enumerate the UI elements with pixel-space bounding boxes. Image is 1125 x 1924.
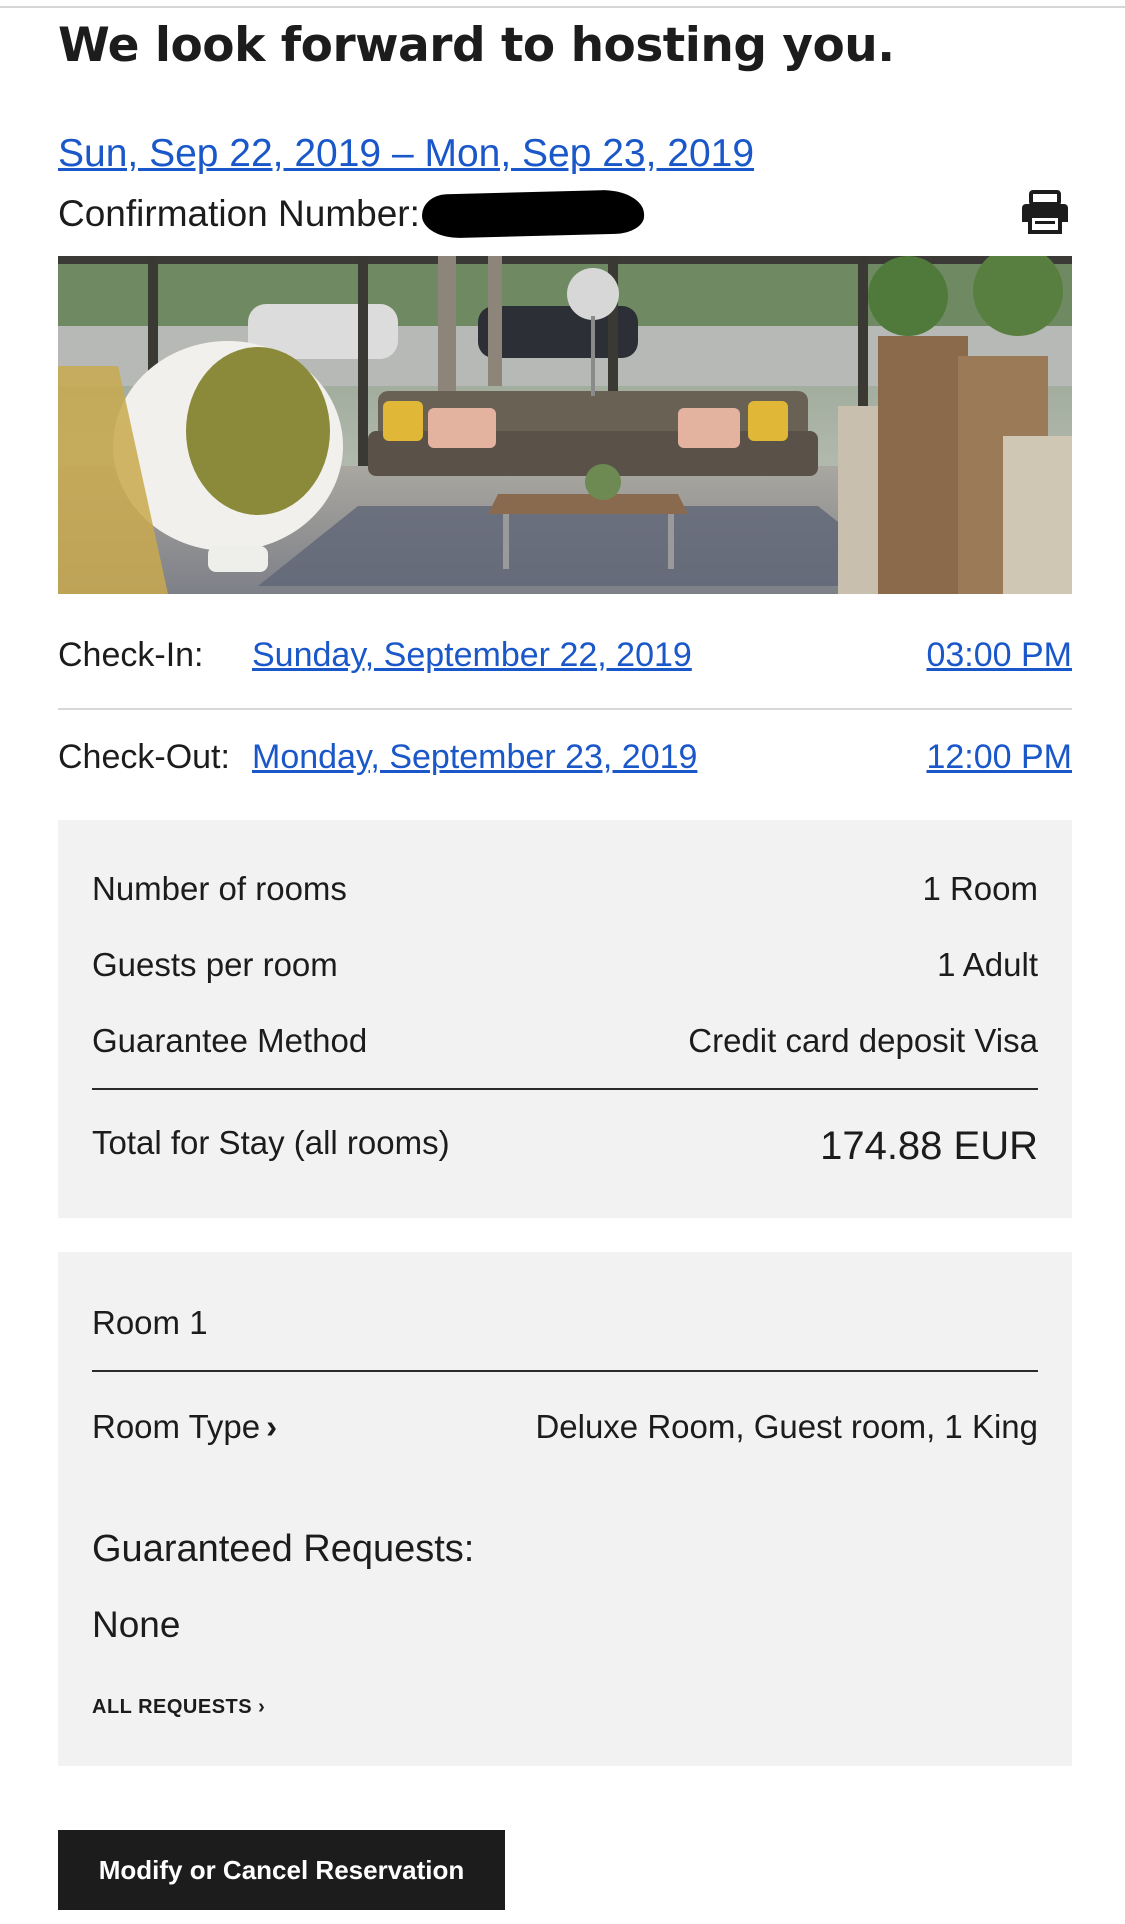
page-title: We look forward to hosting you.	[58, 18, 895, 73]
all-requests-link[interactable]: ALL REQUESTS ›	[92, 1696, 265, 1719]
room-type-label: Room Type	[92, 1408, 261, 1445]
top-divider	[0, 6, 1125, 8]
room-details-panel: Room 1 Room Type › Deluxe Room, Guest roo…	[58, 1252, 1072, 1766]
check-out-label: Check-Out:	[58, 738, 230, 776]
check-in-time-link[interactable]: 03:00 PM	[926, 636, 1072, 675]
confirmation-redaction	[421, 189, 645, 239]
check-in-row: Check-In: Sunday, September 22, 2019 03:…	[58, 636, 1072, 696]
print-button[interactable]	[1020, 190, 1070, 236]
guests-label: Guests per room	[92, 946, 338, 983]
all-requests-label: ALL REQUESTS	[92, 1696, 253, 1718]
chevron-right-icon: ›	[266, 1408, 278, 1445]
stay-date-range-link[interactable]: Sun, Sep 22, 2019 – Mon, Sep 23, 2019	[58, 132, 754, 176]
confirmation-label: Confirmation Number:	[58, 193, 420, 234]
rooms-value: 1 Room	[922, 870, 1038, 907]
guarantee-value: Credit card deposit Visa	[688, 1022, 1038, 1059]
rooms-row: Number of rooms 1 Room	[92, 870, 1038, 914]
print-icon	[1022, 190, 1068, 234]
guaranteed-requests-value: None	[92, 1604, 181, 1645]
chevron-right-icon: ›	[258, 1696, 266, 1718]
guaranteed-requests-heading: Guaranteed Requests:	[92, 1528, 475, 1570]
room-divider	[92, 1370, 1038, 1372]
total-value: 174.88 EUR	[820, 1124, 1038, 1168]
check-in-date-link[interactable]: Sunday, September 22, 2019	[252, 636, 692, 675]
modify-cancel-button[interactable]: Modify or Cancel Reservation	[58, 1830, 505, 1910]
check-out-time-link[interactable]: 12:00 PM	[926, 738, 1072, 777]
room-title: Room 1	[92, 1304, 208, 1341]
guests-row: Guests per room 1 Adult	[92, 946, 1038, 990]
total-label: Total for Stay (all rooms)	[92, 1124, 450, 1161]
total-row: Total for Stay (all rooms) 174.88 EUR	[92, 1124, 1038, 1176]
hotel-lobby-image	[58, 256, 1072, 594]
room-type-button[interactable]: Room Type ›	[92, 1408, 277, 1446]
check-out-row: Check-Out: Monday, September 23, 2019 12…	[58, 738, 1072, 798]
guarantee-label: Guarantee Method	[92, 1022, 368, 1059]
confirmation-number: Confirmation Number:	[58, 189, 645, 239]
check-out-date-link[interactable]: Monday, September 23, 2019	[252, 738, 697, 777]
check-in-divider	[58, 708, 1072, 710]
room-title-row: Room 1	[92, 1304, 1038, 1348]
room-type-row: Room Type › Deluxe Room, Guest room, 1 Ki…	[92, 1408, 1038, 1452]
guests-value: 1 Adult	[937, 946, 1038, 983]
check-in-label: Check-In:	[58, 636, 204, 674]
room-type-value: Deluxe Room, Guest room, 1 King	[535, 1408, 1038, 1445]
reservation-summary-panel: Number of rooms 1 Room Guests per room 1…	[58, 820, 1072, 1218]
summary-divider	[92, 1088, 1038, 1090]
guarantee-row: Guarantee Method Credit card deposit Vis…	[92, 1022, 1038, 1066]
rooms-label: Number of rooms	[92, 870, 347, 907]
